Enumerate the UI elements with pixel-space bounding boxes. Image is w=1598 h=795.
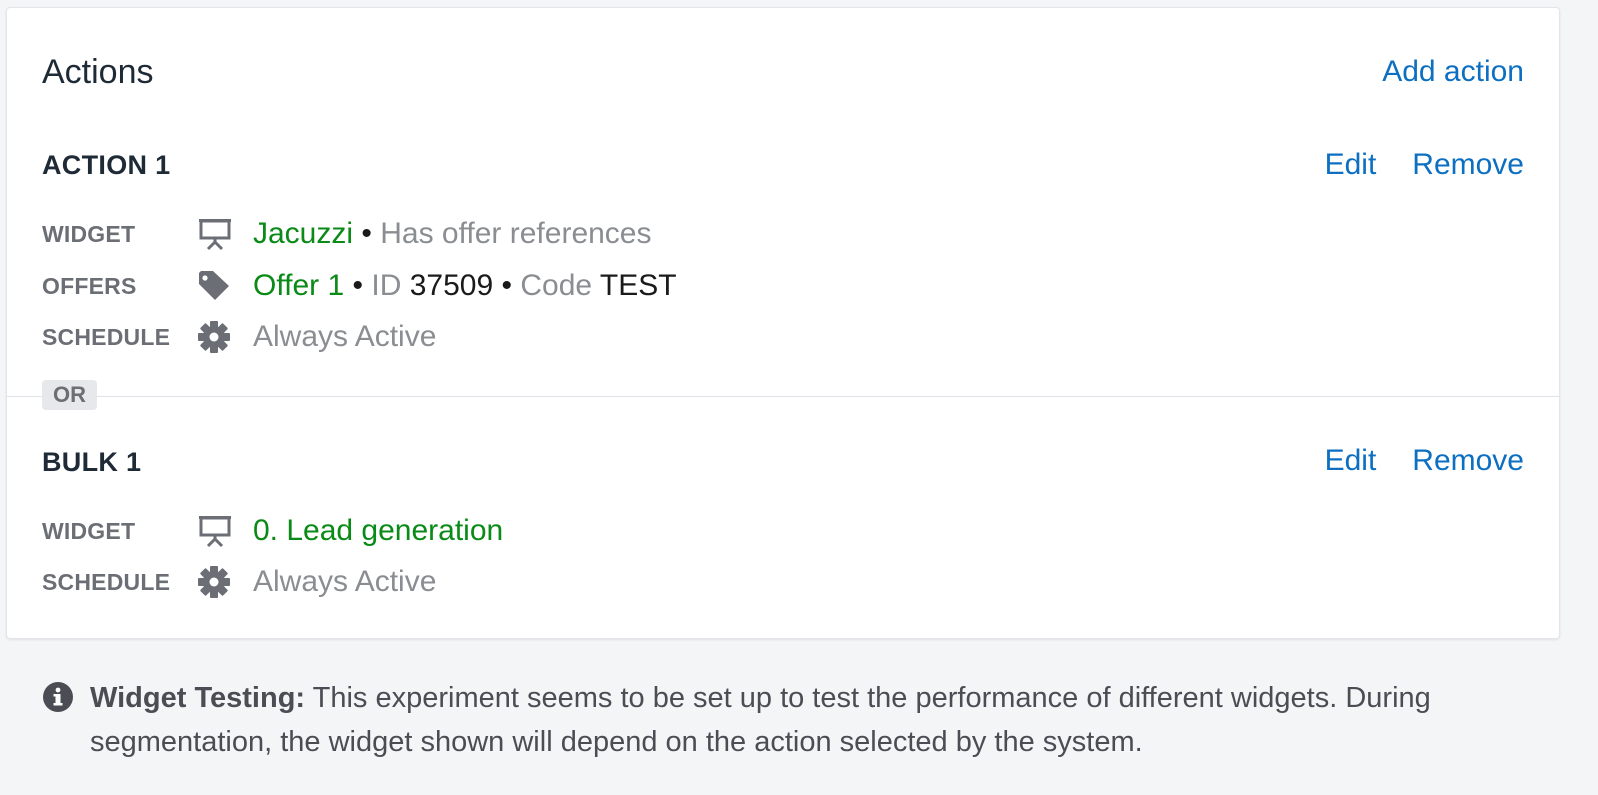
widget-value: Jacuzzi • Has offer references xyxy=(253,217,652,251)
schedule-label: SCHEDULE xyxy=(42,568,171,595)
notice-text: Widget Testing: This experiment seems to… xyxy=(90,676,1550,764)
presentation-board-icon xyxy=(197,514,253,548)
presentation-board-icon xyxy=(197,217,253,251)
section-actions: Edit Remove xyxy=(1325,148,1524,182)
widget-value: 0. Lead generation xyxy=(253,514,503,548)
section-title: BULK 1 xyxy=(42,447,142,477)
remove-button[interactable]: Remove xyxy=(1412,148,1524,182)
offer-name-link[interactable]: Offer 1 xyxy=(253,269,344,302)
offer-id-value: 37509 xyxy=(409,269,494,302)
schedule-value: Always Active xyxy=(253,320,437,353)
widget-label: WIDGET xyxy=(42,220,136,247)
offers-value: Offer 1 • ID 37509 • Code TEST xyxy=(253,269,677,303)
edit-button[interactable]: Edit xyxy=(1325,148,1377,182)
gear-icon xyxy=(197,320,253,354)
widget-detail: Has offer references xyxy=(380,217,652,250)
widget-name-link[interactable]: Jacuzzi xyxy=(253,217,353,250)
actions-card: Actions Add action ACTION 1 Edit Remove … xyxy=(6,7,1560,639)
schedule-label: SCHEDULE xyxy=(42,323,171,350)
gear-icon xyxy=(197,565,253,599)
divider xyxy=(7,396,1559,397)
widget-testing-notice: Widget Testing: This experiment seems to… xyxy=(42,676,1552,764)
info-icon xyxy=(42,676,90,718)
separator: • xyxy=(352,269,364,302)
offers-row: OFFERS Offer 1 • ID 37509 • Code TEST xyxy=(42,266,677,306)
notice-title: Widget Testing: xyxy=(90,682,306,714)
schedule-value: Always Active xyxy=(253,565,437,598)
schedule-row: SCHEDULE Always Active xyxy=(42,317,436,357)
edit-button[interactable]: Edit xyxy=(1325,444,1377,478)
or-badge: OR xyxy=(42,380,97,410)
offer-code-value: TEST xyxy=(599,269,677,302)
remove-button[interactable]: Remove xyxy=(1412,444,1524,478)
offer-code-label: Code xyxy=(520,269,593,302)
widget-name-link[interactable]: 0. Lead generation xyxy=(253,514,503,547)
schedule-row: SCHEDULE Always Active xyxy=(42,562,436,602)
separator: • xyxy=(501,269,513,302)
section-actions: Edit Remove xyxy=(1325,444,1524,478)
widget-row: WIDGET Jacuzzi • Has offer references xyxy=(42,214,652,254)
separator: • xyxy=(361,217,372,250)
card-title: Actions xyxy=(42,53,154,91)
section-title: ACTION 1 xyxy=(42,150,171,180)
offer-id-label: ID xyxy=(371,269,402,302)
widget-label: WIDGET xyxy=(42,517,136,544)
add-action-link[interactable]: Add action xyxy=(1382,55,1524,89)
widget-row: WIDGET 0. Lead generation xyxy=(42,511,503,551)
tag-icon xyxy=(197,270,253,302)
offers-label: OFFERS xyxy=(42,272,137,299)
